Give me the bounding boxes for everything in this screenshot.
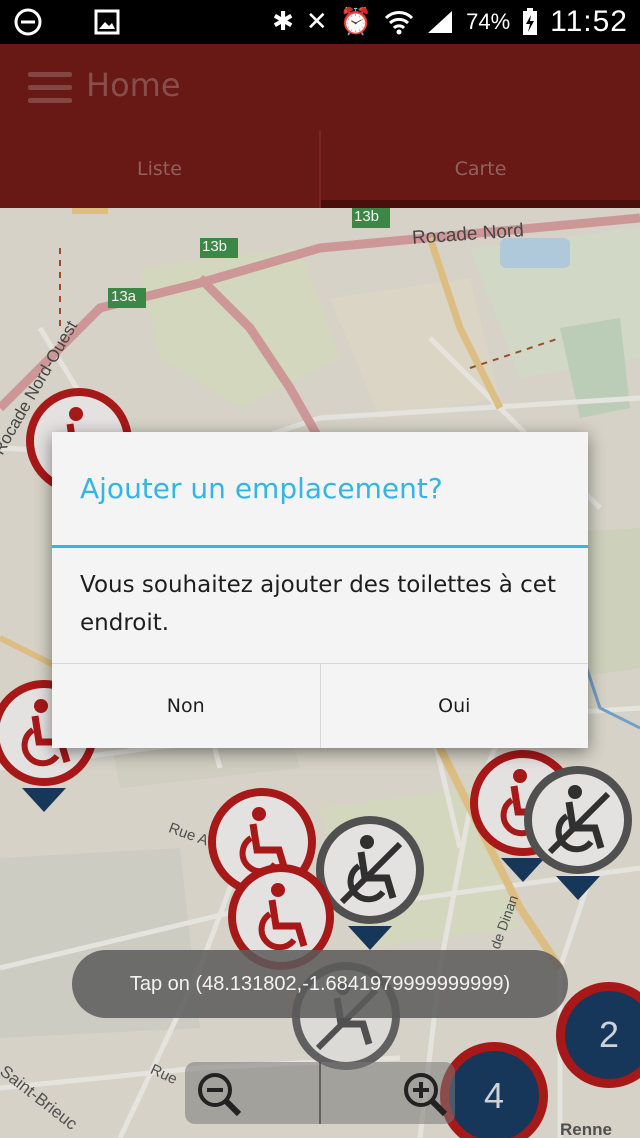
road-label: Renne [560, 1120, 612, 1138]
wifi-icon [385, 11, 414, 35]
dialog-button-bar: Non Oui [52, 663, 588, 748]
dialog-divider [52, 545, 588, 548]
non-button[interactable]: Non [52, 664, 320, 748]
tab-liste[interactable]: Liste [0, 130, 319, 208]
battery-percent: 74% [466, 9, 511, 34]
oui-button[interactable]: Oui [319, 664, 589, 748]
clock: 11:52 [550, 5, 628, 38]
page-title: Home [86, 66, 181, 104]
no-wheelchair-marker-icon[interactable] [522, 764, 634, 904]
signal-icon [428, 11, 453, 33]
route-shield-label: 13b [202, 238, 228, 255]
tab-bar: Liste Carte [0, 130, 640, 208]
route-shield-label: 13b [354, 208, 380, 225]
zoom-out-button[interactable] [185, 1062, 319, 1124]
zoom-in-button[interactable] [319, 1062, 455, 1124]
toast-text: Tap on (48.131802,-1.6841979999999999) [129, 972, 511, 995]
battery-charging-icon [523, 8, 538, 35]
app-bar: Home [0, 44, 640, 132]
dialog-message: Vous souhaitez ajouter des toilettes à c… [80, 572, 556, 636]
dialog-title: Ajouter un emplacement? [80, 472, 443, 505]
add-location-dialog: Ajouter un emplacement? Vous souhaitez a… [52, 432, 588, 748]
mute-icon: ✕ [305, 7, 328, 37]
route-shield-label: 13a [111, 288, 137, 305]
alarm-icon: ⏰ [339, 7, 373, 37]
do-not-disturb-icon [14, 8, 42, 36]
status-bar: ✱ ✕ ⏰ 74% 11:52 [0, 0, 640, 44]
cluster-count: 4 [483, 1075, 505, 1116]
tab-carte[interactable]: Carte [319, 130, 640, 208]
image-icon [94, 9, 120, 35]
cluster-count: 2 [598, 1014, 620, 1055]
bluetooth-icon: ✱ [272, 7, 294, 37]
zoom-controls [185, 1062, 455, 1124]
zoom-out-icon [198, 1073, 242, 1117]
menu-icon[interactable] [28, 72, 72, 104]
zoom-in-icon [404, 1073, 448, 1117]
toast: Tap on (48.131802,-1.6841979999999999) [72, 950, 568, 1018]
